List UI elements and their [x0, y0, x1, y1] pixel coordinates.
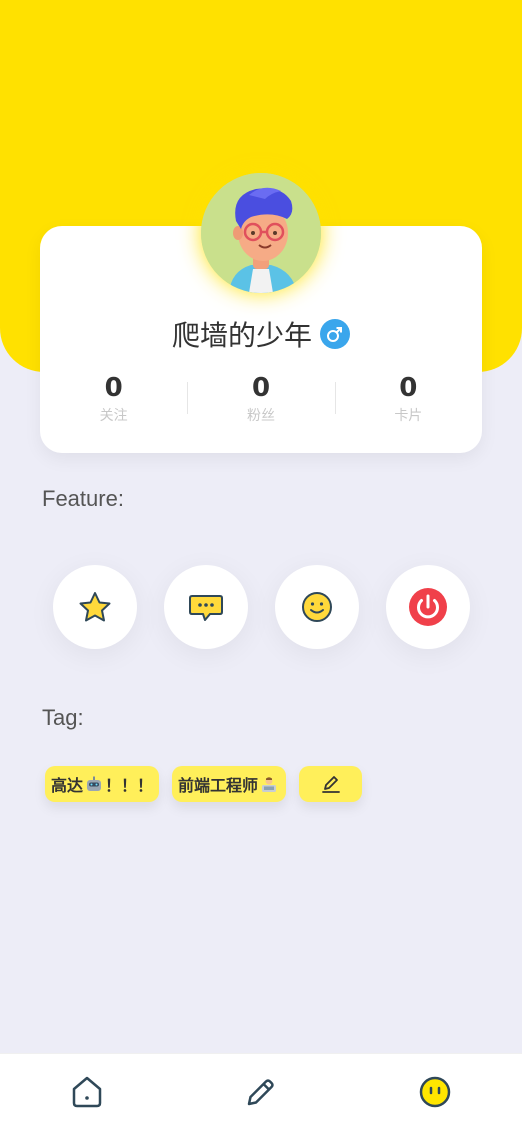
tag-item[interactable]: 前端工程师	[172, 766, 287, 802]
tag-list: 高达 ！！！ 前端工程师	[45, 766, 363, 802]
logout-button[interactable]	[386, 565, 470, 649]
tag-text: ！！！	[105, 776, 154, 795]
username-row: 爬墙的少年	[40, 314, 482, 354]
edit-tags-button[interactable]	[299, 766, 363, 802]
message-icon	[189, 595, 223, 621]
bottom-nav	[0, 1053, 522, 1130]
nav-profile[interactable]	[405, 1062, 465, 1122]
home-icon	[72, 1076, 102, 1108]
robot-icon	[87, 776, 102, 791]
avatar[interactable]	[201, 173, 321, 293]
tag-text: 前端工程师	[178, 776, 259, 795]
smile-icon	[302, 592, 332, 622]
tag-text: 高达	[51, 776, 84, 795]
male-icon	[320, 319, 350, 349]
profile-page: 爬墙的少年 0 关注 0 粉丝 0 卡片 Feature: Tag: 高达 ！！…	[0, 0, 522, 1130]
stat-followers[interactable]: 0 粉丝	[187, 370, 334, 430]
favorites-button[interactable]	[53, 565, 137, 649]
stat-value: 0	[399, 373, 418, 403]
stats-row: 0 关注 0 粉丝 0 卡片	[40, 370, 482, 430]
stat-label: 卡片	[394, 408, 423, 424]
power-icon	[409, 588, 447, 626]
stat-following[interactable]: 0 关注	[40, 370, 187, 430]
pen-icon	[247, 1079, 274, 1106]
pencil-icon	[321, 776, 340, 793]
mood-button[interactable]	[275, 565, 359, 649]
nav-home[interactable]	[57, 1062, 117, 1122]
messages-button[interactable]	[164, 565, 248, 649]
stat-label: 粉丝	[246, 408, 275, 424]
stat-value: 0	[251, 373, 271, 403]
star-icon	[79, 592, 111, 622]
stat-value: 0	[104, 373, 123, 403]
username: 爬墙的少年	[171, 319, 312, 352]
stat-cards[interactable]: 0 卡片	[334, 370, 482, 430]
face-icon	[419, 1076, 451, 1108]
tag-item[interactable]: 高达 ！！！	[45, 766, 160, 802]
stat-label: 关注	[99, 408, 128, 424]
nav-write[interactable]	[231, 1062, 291, 1122]
technologist-icon	[262, 777, 277, 792]
tag-title: Tag:	[42, 705, 84, 730]
feature-title: Feature:	[42, 486, 124, 511]
